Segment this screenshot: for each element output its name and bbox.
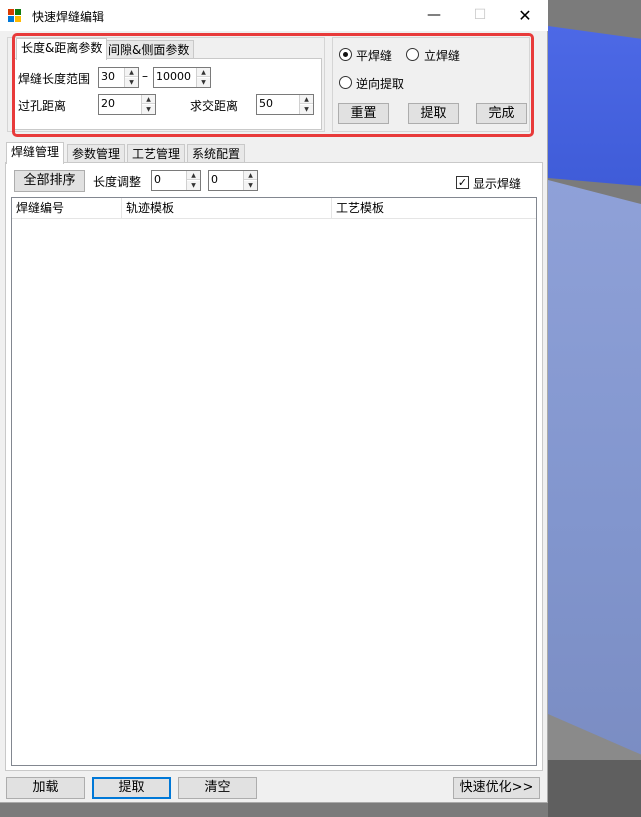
flat-weld-label[interactable]: 平焊缝 [356,47,392,64]
weld-length-max-spinner[interactable]: 10000 ▲ ▼ [153,67,211,88]
weld-length-min-value: 30 [101,70,115,83]
length-adjust-spinner-1[interactable]: 0 ▲ ▼ [151,170,201,191]
spin-up-icon[interactable]: ▲ [197,68,210,77]
tab-gap-side[interactable]: 间隙&侧面参数 [103,40,195,60]
spin-down-icon[interactable]: ▼ [300,105,313,114]
weld-length-range-label: 焊缝长度范围 [18,72,91,86]
finish-button[interactable]: 完成 [476,103,527,124]
extract-top-button[interactable]: 提取 [408,103,459,124]
tab-weld-management[interactable]: 焊缝管理 [6,142,65,164]
weld-length-min-spinner[interactable]: 30 ▲ ▼ [98,67,139,88]
sort-all-button[interactable]: 全部排序 [14,170,85,192]
vertical-weld-radio[interactable] [406,48,419,61]
quick-weld-edit-dialog: 快速焊缝编辑 — ☐ ✕ 长度&距离参数 间隙&侧面参数 焊缝长度范围 30 ▲… [0,0,548,803]
table-header: 焊缝编号 轨迹模板 工艺模板 [12,198,536,219]
clear-button[interactable]: 清空 [178,777,257,799]
show-weld-label[interactable]: 显示焊缝 [473,175,521,192]
load-button[interactable]: 加载 [6,777,85,799]
length-adjust-spinner-2[interactable]: 0 ▲ ▼ [208,170,258,191]
tab-process-management[interactable]: 工艺管理 [127,144,186,164]
tab-parameter-management[interactable]: 参数管理 [67,144,126,164]
range-dash: – [142,69,148,83]
show-weld-checkbox[interactable]: ✓ [456,176,469,189]
column-header-weld-id[interactable]: 焊缝编号 [12,198,122,219]
spin-up-icon[interactable]: ▲ [187,171,200,180]
hole-distance-spinner[interactable]: 20 ▲ ▼ [98,94,156,115]
vertical-weld-label[interactable]: 立焊缝 [424,47,460,64]
reset-button[interactable]: 重置 [338,103,389,124]
intersect-distance-value: 50 [259,97,273,110]
app-icon [8,9,22,23]
model-surface-top [548,26,641,186]
weld-list-table[interactable]: 焊缝编号 轨迹模板 工艺模板 [11,197,537,766]
minimize-button[interactable]: — [411,0,457,31]
column-header-process-template[interactable]: 工艺模板 [332,198,536,219]
extract-bottom-button[interactable]: 提取 [92,777,171,799]
weld-length-max-value: 10000 [156,70,191,83]
spin-down-icon[interactable]: ▼ [142,105,155,114]
spin-up-icon[interactable]: ▲ [300,95,313,104]
length-adjust-value-2: 0 [211,173,218,186]
title-bar[interactable]: 快速焊缝编辑 — ☐ ✕ [0,0,548,31]
column-header-trajectory-template[interactable]: 轨迹模板 [122,198,332,219]
intersect-distance-label: 求交距离 [190,99,239,113]
model-surface-main [548,180,641,780]
maximize-button[interactable]: ☐ [457,0,503,31]
spin-up-icon[interactable]: ▲ [142,95,155,104]
spin-down-icon[interactable]: ▼ [125,78,138,87]
spin-up-icon[interactable]: ▲ [244,171,257,180]
spin-down-icon[interactable]: ▼ [244,181,257,190]
spin-down-icon[interactable]: ▼ [187,181,200,190]
length-adjust-value-1: 0 [154,173,161,186]
flat-weld-radio[interactable] [339,48,352,61]
tab-length-distance[interactable]: 长度&距离参数 [16,38,108,60]
window-title: 快速焊缝编辑 [32,10,105,24]
quick-optimize-button[interactable]: 快速优化>> [453,777,540,799]
reverse-extract-radio[interactable] [339,76,352,89]
length-adjust-label: 长度调整 [93,175,142,189]
model-base [548,760,641,817]
reverse-extract-label[interactable]: 逆向提取 [356,75,404,92]
tab-system-config[interactable]: 系统配置 [187,144,246,164]
close-button[interactable]: ✕ [502,0,548,31]
spin-up-icon[interactable]: ▲ [125,68,138,77]
hole-distance-label: 过孔距离 [18,99,67,113]
intersect-distance-spinner[interactable]: 50 ▲ ▼ [256,94,314,115]
spin-down-icon[interactable]: ▼ [197,78,210,87]
hole-distance-value: 20 [101,97,115,110]
